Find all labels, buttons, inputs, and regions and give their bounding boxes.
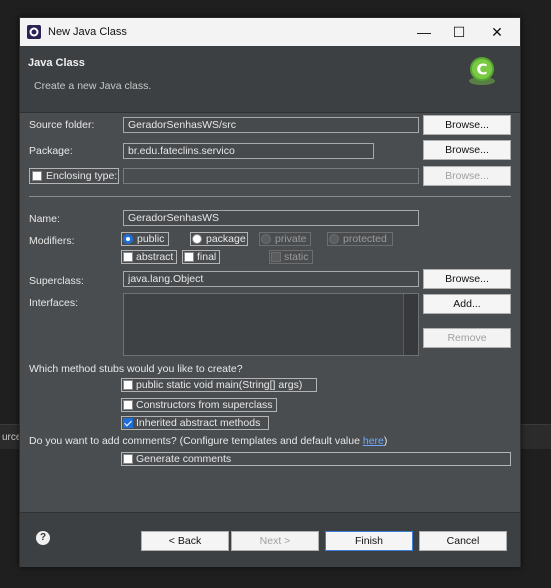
modifier-protected-option: protected [327,232,393,246]
comments-question-suffix: ) [383,435,388,447]
enclosing-type-browse-button: Browse... [423,166,511,186]
modifier-final-checkbox[interactable] [184,252,194,262]
enclosing-type-label: Enclosing type: [46,170,118,182]
package-label: Package: [29,145,73,157]
modifier-public-radio[interactable] [123,234,133,244]
stub-constructors-label: Constructors from superclass [136,399,273,411]
maximize-icon[interactable]: ☐ [439,18,479,46]
modifier-final-option[interactable]: final [182,250,220,264]
source-folder-label: Source folder: [29,119,95,131]
stub-inherited-option[interactable]: Inherited abstract methods [121,416,269,430]
class-name-field[interactable] [123,210,419,226]
wizard-title: Java Class [28,57,85,69]
minimize-icon[interactable]: — [404,18,444,46]
wizard-header: Java Class Create a new Java class. C [20,46,520,113]
enclosing-type-field [123,168,419,184]
separator [29,196,511,197]
add-interface-button[interactable]: Add... [423,294,511,314]
package-field[interactable] [123,143,374,159]
source-folder-field[interactable] [123,117,419,133]
window-title: New Java Class [48,26,127,38]
generate-comments-label: Generate comments [136,453,232,465]
stub-main-checkbox[interactable] [123,380,133,390]
wizard-description: Create a new Java class. [34,80,152,92]
cancel-button[interactable]: Cancel [419,531,507,551]
finish-button[interactable]: Finish [325,531,413,551]
enclosing-type-option[interactable]: Enclosing type: [29,168,119,184]
interfaces-scrollbar[interactable] [403,294,418,355]
generate-comments-option[interactable]: Generate comments [121,452,511,466]
stub-constructors-checkbox[interactable] [123,400,133,410]
title-bar: New Java Class — ☐ ✕ [20,18,520,46]
stub-constructors-option[interactable]: Constructors from superclass [121,398,277,412]
modifier-static-checkbox [271,252,281,262]
stub-inherited-label: Inherited abstract methods [136,417,261,429]
modifier-private-radio [261,234,271,244]
back-button[interactable]: < Back [141,531,229,551]
eclipse-app-icon [27,25,41,39]
modifier-package-option[interactable]: package [190,232,248,246]
stub-main-option[interactable]: public static void main(String[] args) [121,378,317,392]
modifier-package-label: package [206,233,246,245]
help-icon[interactable]: ? [36,531,50,545]
package-browse-button[interactable]: Browse... [423,140,511,160]
modifier-static-label: static [284,251,309,263]
name-label: Name: [29,213,60,225]
source-folder-browse-button[interactable]: Browse... [423,115,511,135]
enclosing-type-checkbox[interactable] [32,171,42,181]
modifier-static-option: static [269,250,313,264]
modifier-abstract-option[interactable]: abstract [121,250,177,264]
modifier-package-radio[interactable] [192,234,202,244]
close-icon[interactable]: ✕ [477,18,517,46]
modifier-abstract-label: abstract [136,251,174,263]
configure-templates-link[interactable]: here [363,435,384,447]
comments-question: Do you want to add comments? (Configure … [29,435,387,447]
modifier-public-option[interactable]: public [121,232,169,246]
remove-interface-button: Remove [423,328,511,348]
svg-text:C: C [476,61,487,79]
modifier-protected-label: protected [343,233,387,245]
next-button: Next > [231,531,319,551]
modifier-private-label: private [275,233,307,245]
method-stubs-question: Which method stubs would you like to cre… [29,363,243,375]
modifier-abstract-checkbox[interactable] [123,252,133,262]
new-java-class-dialog: New Java Class — ☐ ✕ Java Class Create a… [19,17,521,567]
superclass-browse-button[interactable]: Browse... [423,269,511,289]
superclass-label: Superclass: [29,275,84,287]
modifier-public-label: public [137,233,165,245]
interfaces-list[interactable] [123,293,419,356]
modifiers-label: Modifiers: [29,235,75,247]
comments-question-text: Do you want to add comments? (Configure … [29,435,363,447]
modifier-final-label: final [197,251,217,263]
new-class-wizard-icon: C [469,57,495,85]
generate-comments-checkbox[interactable] [123,454,133,464]
superclass-field[interactable] [123,271,419,287]
stub-main-label: public static void main(String[] args) [136,379,303,391]
modifier-private-option: private [259,232,311,246]
interfaces-label: Interfaces: [29,297,79,309]
modifier-protected-radio [329,234,339,244]
stub-inherited-checkbox[interactable] [123,418,133,428]
